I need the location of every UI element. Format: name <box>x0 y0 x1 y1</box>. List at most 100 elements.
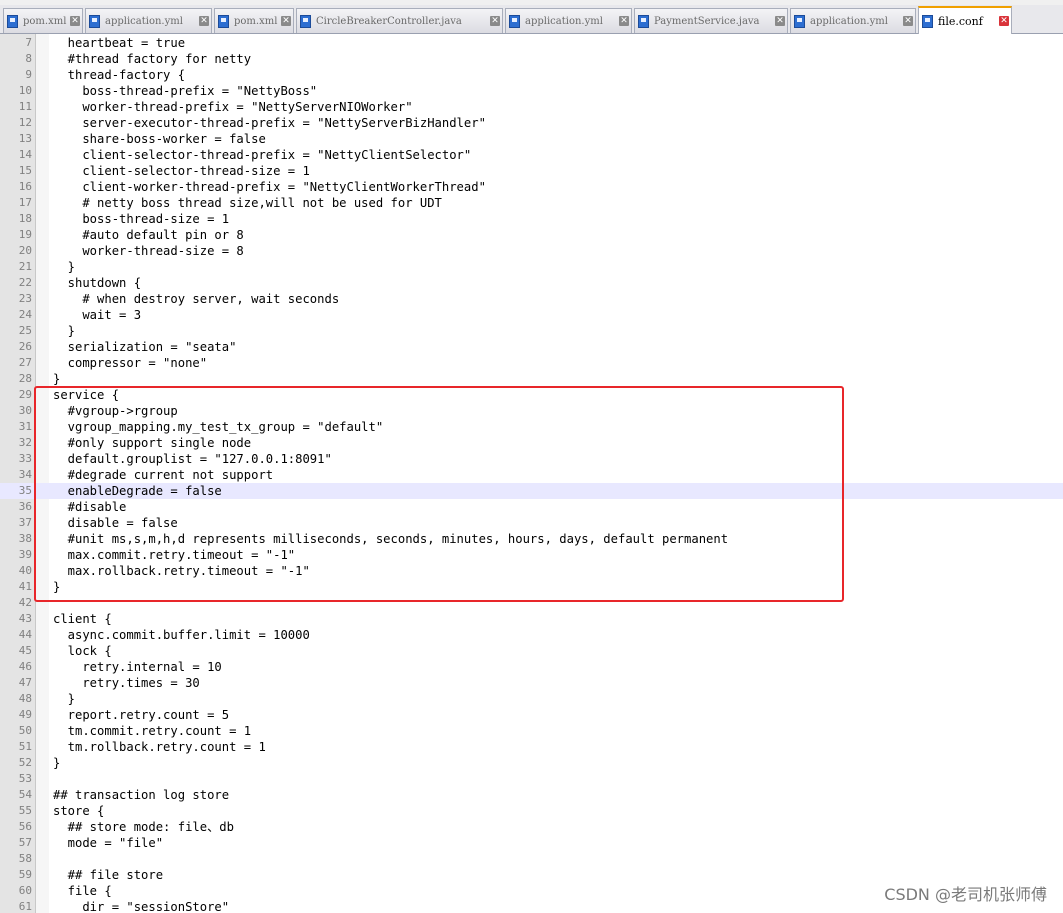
code-text[interactable]: #degrade current not support <box>53 467 273 483</box>
code-text[interactable]: } <box>53 755 60 771</box>
code-text[interactable]: lock { <box>53 643 112 659</box>
code-line[interactable]: 48 } <box>0 691 1063 707</box>
code-line[interactable]: 35 enableDegrade = false <box>0 483 1063 499</box>
code-text[interactable]: max.commit.retry.timeout = "-1" <box>53 547 295 563</box>
code-line[interactable]: 44 async.commit.buffer.limit = 10000 <box>0 627 1063 643</box>
code-text[interactable]: serialization = "seata" <box>53 339 237 355</box>
close-icon[interactable]: ✕ <box>999 16 1009 26</box>
code-line[interactable]: 53 <box>0 771 1063 787</box>
tab-application-yml-1[interactable]: application.yml ✕ <box>85 8 212 33</box>
code-line[interactable]: 17 # netty boss thread size,will not be … <box>0 195 1063 211</box>
code-line[interactable]: 21 } <box>0 259 1063 275</box>
tab-application-yml-2[interactable]: application.yml ✕ <box>505 8 632 33</box>
code-text[interactable]: file { <box>53 883 112 899</box>
tab-circlebreakercontroller-java[interactable]: CircleBreakerController.java ✕ <box>296 8 503 33</box>
code-line[interactable]: 19 #auto default pin or 8 <box>0 227 1063 243</box>
code-line[interactable]: 50 tm.commit.retry.count = 1 <box>0 723 1063 739</box>
code-line[interactable]: 14 client-selector-thread-prefix = "Nett… <box>0 147 1063 163</box>
code-text[interactable]: } <box>53 691 75 707</box>
code-line[interactable]: 26 serialization = "seata" <box>0 339 1063 355</box>
code-line[interactable]: 36 #disable <box>0 499 1063 515</box>
code-line[interactable]: 47 retry.times = 30 <box>0 675 1063 691</box>
code-line[interactable]: 8 #thread factory for netty <box>0 51 1063 67</box>
code-text[interactable]: max.rollback.retry.timeout = "-1" <box>53 563 310 579</box>
code-text[interactable]: tm.rollback.retry.count = 1 <box>53 739 266 755</box>
tab-pom-xml-1[interactable]: pom.xml ✕ <box>3 8 83 33</box>
code-text[interactable]: retry.times = 30 <box>53 675 199 691</box>
code-text[interactable]: boss-thread-prefix = "NettyBoss" <box>53 83 317 99</box>
code-text[interactable]: } <box>53 579 60 595</box>
code-text[interactable]: async.commit.buffer.limit = 10000 <box>53 627 310 643</box>
code-line[interactable]: 7 heartbeat = true <box>0 35 1063 51</box>
code-text[interactable]: # when destroy server, wait seconds <box>53 291 339 307</box>
code-editor[interactable]: 7 heartbeat = true 8 #thread factory for … <box>0 34 1063 913</box>
code-line[interactable]: 30 #vgroup->rgroup <box>0 403 1063 419</box>
code-line[interactable]: 9 thread-factory { <box>0 67 1063 83</box>
code-text[interactable]: store { <box>53 803 104 819</box>
code-line[interactable]: 43 client { <box>0 611 1063 627</box>
code-line[interactable]: 11 worker-thread-prefix = "NettyServerNI… <box>0 99 1063 115</box>
code-line[interactable]: 10 boss-thread-prefix = "NettyBoss" <box>0 83 1063 99</box>
code-text[interactable]: enableDegrade = false <box>53 483 222 499</box>
code-line[interactable]: 13 share-boss-worker = false <box>0 131 1063 147</box>
code-text[interactable]: #unit ms,s,m,h,d represents milliseconds… <box>53 531 728 547</box>
code-text[interactable]: client-selector-thread-size = 1 <box>53 163 309 179</box>
code-line[interactable]: 52} <box>0 755 1063 771</box>
code-text[interactable]: wait = 3 <box>53 307 141 323</box>
code-line[interactable]: 16 client-worker-thread-prefix = "NettyC… <box>0 179 1063 195</box>
code-line[interactable]: 33 default.grouplist = "127.0.0.1:8091" <box>0 451 1063 467</box>
code-line[interactable]: 40 max.rollback.retry.timeout = "-1" <box>0 563 1063 579</box>
code-line[interactable]: 57 mode = "file" <box>0 835 1063 851</box>
code-text[interactable]: } <box>53 323 75 339</box>
code-line[interactable]: 29 service { <box>0 387 1063 403</box>
code-line[interactable]: 51 tm.rollback.retry.count = 1 <box>0 739 1063 755</box>
code-text[interactable]: client { <box>53 611 112 627</box>
code-text[interactable]: retry.internal = 10 <box>53 659 221 675</box>
close-icon[interactable]: ✕ <box>281 16 291 26</box>
code-line[interactable]: 49 report.retry.count = 5 <box>0 707 1063 723</box>
code-line[interactable]: 55 store { <box>0 803 1063 819</box>
code-line[interactable]: 18 boss-thread-size = 1 <box>0 211 1063 227</box>
code-text[interactable]: service { <box>53 387 119 403</box>
code-text[interactable]: server-executor-thread-prefix = "NettySe… <box>53 115 486 131</box>
code-text[interactable]: } <box>53 259 75 275</box>
code-line[interactable]: 45 lock { <box>0 643 1063 659</box>
code-text[interactable]: #auto default pin or 8 <box>53 227 243 243</box>
code-text[interactable]: ## transaction log store <box>53 787 229 803</box>
code-line[interactable]: 58 <box>0 851 1063 867</box>
close-icon[interactable]: ✕ <box>70 16 80 26</box>
code-text[interactable]: mode = "file" <box>53 835 163 851</box>
code-line[interactable]: 41} <box>0 579 1063 595</box>
code-line[interactable]: 15 client-selector-thread-size = 1 <box>0 163 1063 179</box>
code-text[interactable]: client-worker-thread-prefix = "NettyClie… <box>53 179 486 195</box>
code-text[interactable]: default.grouplist = "127.0.0.1:8091" <box>53 451 332 467</box>
code-text[interactable]: vgroup_mapping.my_test_tx_group = "defau… <box>53 419 384 435</box>
code-line[interactable]: 56 ## store mode: file、db <box>0 819 1063 835</box>
code-text[interactable]: disable = false <box>53 515 178 531</box>
code-text[interactable]: #vgroup->rgroup <box>53 403 178 419</box>
close-icon[interactable]: ✕ <box>775 16 785 26</box>
code-line[interactable]: 54 ## transaction log store <box>0 787 1063 803</box>
code-line[interactable]: 12 server-executor-thread-prefix = "Nett… <box>0 115 1063 131</box>
code-text[interactable]: } <box>53 371 60 387</box>
close-icon[interactable]: ✕ <box>199 16 209 26</box>
code-text[interactable]: share-boss-worker = false <box>53 131 265 147</box>
code-line[interactable]: 27 compressor = "none" <box>0 355 1063 371</box>
code-line[interactable]: 31 vgroup_mapping.my_test_tx_group = "de… <box>0 419 1063 435</box>
tab-paymentservice-java[interactable]: PaymentService.java ✕ <box>634 8 788 33</box>
code-line[interactable]: 20 worker-thread-size = 8 <box>0 243 1063 259</box>
code-line[interactable]: 39 max.commit.retry.timeout = "-1" <box>0 547 1063 563</box>
code-line[interactable]: 37 disable = false <box>0 515 1063 531</box>
code-line[interactable]: 23 # when destroy server, wait seconds <box>0 291 1063 307</box>
code-text[interactable]: thread-factory { <box>53 67 185 83</box>
tab-pom-xml-2[interactable]: pom.xml ✕ <box>214 8 294 33</box>
code-text[interactable]: tm.commit.retry.count = 1 <box>53 723 251 739</box>
code-text[interactable]: #only support single node <box>53 435 251 451</box>
code-text[interactable]: ## file store <box>53 867 163 883</box>
code-line[interactable]: 24 wait = 3 <box>0 307 1063 323</box>
tab-file-conf[interactable]: file.conf ✕ <box>918 6 1012 34</box>
code-line[interactable]: 32 #only support single node <box>0 435 1063 451</box>
code-text[interactable]: #thread factory for netty <box>53 51 251 67</box>
close-icon[interactable]: ✕ <box>619 16 629 26</box>
code-text[interactable]: ## store mode: file、db <box>53 819 234 835</box>
